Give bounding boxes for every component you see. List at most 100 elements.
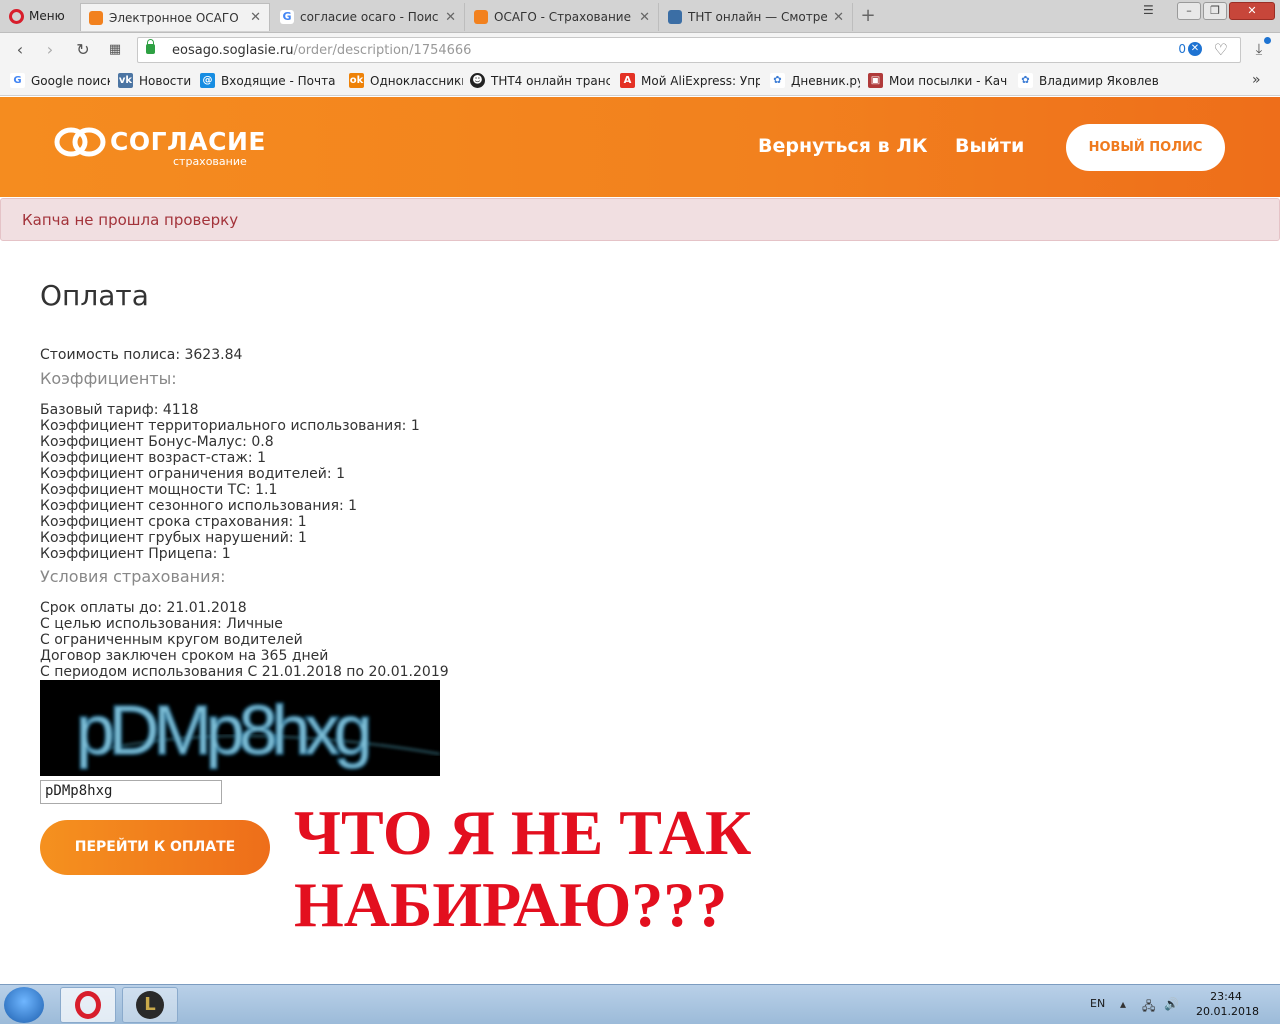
network-icon[interactable]: 🖧	[1142, 997, 1155, 1018]
secure-lock-icon	[146, 39, 155, 54]
coef-line: Коэффициент территориального использован…	[40, 418, 420, 434]
bookmarks-bar: G Google поиск vk Новости @ Входящие - П…	[0, 66, 1280, 96]
bookmark-label: Новости	[139, 73, 192, 88]
coef-line: Коэффициент сезонного использования: 1	[40, 498, 358, 514]
captcha-error-alert: Капча не прошла проверку	[0, 198, 1280, 241]
russian-flag-icon: ✿	[1018, 73, 1033, 88]
term-line: Договор заключен сроком на 365 дней	[40, 648, 329, 664]
bookmark-google[interactable]: G Google поиск	[10, 73, 110, 88]
captcha-input[interactable]: pDMp8hxg	[40, 780, 222, 804]
reload-button[interactable]: ↻	[73, 40, 93, 60]
bookmark-tnt4[interactable]: ☻ ТНТ4 онлайн трансля	[470, 73, 610, 88]
bookmark-heart-icon[interactable]: ♡	[1214, 40, 1228, 59]
url-field[interactable]: eosago.soglasie.ru/order/description/175…	[137, 37, 1241, 63]
adblock-icon: ✕	[1188, 42, 1202, 56]
opera-menu-button[interactable]: Меню	[2, 2, 76, 30]
alien-icon: ☻	[470, 73, 485, 88]
maximize-button[interactable]: ❐	[1203, 2, 1227, 20]
bookmark-label: Мой AliExpress: Упра	[641, 73, 760, 88]
bookmark-label: ТНТ4 онлайн трансля	[491, 73, 610, 88]
browser-tab-bar: Меню Электронное ОСАГО ✕ G согласие осаг…	[0, 0, 1280, 33]
bookmark-dnevnik[interactable]: ✿ Дневник.ру	[770, 73, 860, 88]
term-line: С периодом использования С 21.01.2018 по…	[40, 664, 449, 680]
tab-title: Электронное ОСАГО	[109, 10, 239, 25]
russian-flag-icon: ✿	[770, 73, 785, 88]
coef-line: Коэффициент возраст-стаж: 1	[40, 450, 266, 466]
bookmark-label: Дневник.ру	[791, 73, 860, 88]
bookmark-odnoklassniki[interactable]: ok Одноклассники	[349, 73, 463, 88]
windows-taskbar: L EN ▴ 🖧 🔊 23:44 20.01.2018	[0, 984, 1280, 1024]
term-line: С целью использования: Личные	[40, 616, 283, 632]
coef-line: Коэффициент Бонус-Малус: 0.8	[40, 434, 274, 450]
vk-icon: vk	[118, 73, 133, 88]
coef-line: Коэффициент грубых нарушений: 1	[40, 530, 307, 546]
bookmark-label: Мои посылки - Каче	[889, 73, 1008, 88]
new-tab-button[interactable]: +	[858, 6, 878, 26]
coef-line: Коэффициент Прицепа: 1	[40, 546, 231, 562]
alert-text: Капча не прошла проверку	[22, 211, 239, 229]
aliexpress-icon: A	[620, 73, 635, 88]
back-button[interactable]: ‹	[10, 40, 30, 60]
notification-dot	[1264, 37, 1271, 44]
taskbar-opera[interactable]	[60, 987, 116, 1023]
soglasie-logo-icon[interactable]	[54, 127, 106, 157]
bookmark-parcels[interactable]: ▣ Мои посылки - Каче	[868, 73, 1008, 88]
google-favicon-icon: G	[280, 10, 294, 24]
url-text: eosago.soglasie.ru/order/description/175…	[172, 43, 472, 58]
ok-icon: ok	[349, 73, 364, 88]
coefficients-heading: Коэффициенты:	[40, 369, 177, 388]
bookmark-vk-news[interactable]: vk Новости	[118, 73, 192, 88]
close-tab-icon[interactable]: ✕	[833, 10, 844, 25]
tab-osago-insurance[interactable]: ОСАГО - Страхование ав ✕	[466, 3, 659, 31]
close-tab-icon[interactable]: ✕	[445, 10, 456, 25]
bookmark-vladimir[interactable]: ✿ Владимир Яковлевич	[1018, 73, 1158, 88]
tab-tnt-online[interactable]: ТНТ онлайн — Смотреть ✕	[660, 3, 853, 31]
captcha-text: pDMp8hxg	[76, 691, 369, 769]
tab-google-search[interactable]: G согласие осаго - Поиск в ✕	[272, 3, 465, 31]
logo-text: СОГЛАСИЕ	[110, 127, 266, 156]
forward-button[interactable]: ›	[40, 40, 60, 60]
system-clock[interactable]: 23:44 20.01.2018	[1196, 989, 1259, 1019]
bookmark-aliexpress[interactable]: A Мой AliExpress: Упра	[620, 73, 760, 88]
site-header: СОГЛАСИЕ страхование Вернуться в ЛК Выйт…	[0, 97, 1280, 197]
bookmark-label: Одноклассники	[370, 73, 463, 88]
new-policy-button[interactable]: НОВЫЙ ПОЛИС	[1066, 124, 1225, 171]
captcha-image: pDMp8hxg	[40, 680, 440, 776]
gift-icon: ▣	[868, 73, 883, 88]
logo-subtitle: страхование	[173, 155, 247, 168]
captcha-graphic: pDMp8hxg	[75, 690, 440, 770]
tab-title: ТНТ онлайн — Смотреть	[688, 10, 828, 24]
close-tab-icon[interactable]: ✕	[639, 10, 650, 25]
minimize-button[interactable]: –	[1177, 2, 1201, 20]
close-tab-icon[interactable]: ✕	[250, 10, 261, 25]
volume-icon[interactable]: 🔊	[1164, 997, 1179, 1011]
address-bar-row: ‹ › ↻ ▦ eosago.soglasie.ru/order/descrip…	[0, 33, 1280, 66]
term-line: С ограниченным кругом водителей	[40, 632, 303, 648]
input-language[interactable]: EN	[1090, 997, 1105, 1010]
start-button[interactable]	[4, 987, 44, 1023]
soglasie-favicon-icon	[89, 10, 103, 25]
menu-label: Меню	[29, 9, 65, 23]
tab-electronic-osago[interactable]: Электронное ОСАГО ✕	[80, 3, 270, 31]
go-to-payment-button[interactable]: ПЕРЕЙТИ К ОПЛАТЕ	[40, 820, 270, 875]
close-window-button[interactable]: ✕	[1229, 2, 1275, 20]
tab-menu-icon[interactable]: ☰	[1143, 3, 1154, 17]
opera-logo-icon	[9, 8, 24, 24]
logout-link[interactable]: Выйти	[955, 135, 1024, 157]
speed-dial-icon[interactable]: ▦	[105, 40, 125, 60]
back-to-account-link[interactable]: Вернуться в ЛК	[758, 135, 928, 157]
taskbar-league-of-legends[interactable]: L	[122, 987, 178, 1023]
clock-time: 23:44	[1210, 990, 1242, 1003]
user-annotation-line-2: НАБИРАЮ???	[294, 869, 728, 940]
opera-icon	[75, 991, 101, 1019]
tab-title: согласие осаго - Поиск в	[300, 10, 439, 24]
show-hidden-icons-icon[interactable]: ▴	[1120, 997, 1126, 1011]
user-annotation-line-1: ЧТО Я НЕ ТАК	[294, 797, 752, 868]
adblock-indicator[interactable]: 0 ✕	[1178, 42, 1202, 56]
more-bookmarks-button[interactable]: »	[1252, 72, 1261, 88]
terms-heading: Условия страхования:	[40, 567, 226, 586]
globe-favicon-icon	[668, 10, 682, 24]
page-title: Оплата	[40, 279, 149, 312]
term-line: Срок оплаты до: 21.01.2018	[40, 600, 247, 616]
bookmark-mail-inbox[interactable]: @ Входящие - Почта М	[200, 73, 340, 88]
